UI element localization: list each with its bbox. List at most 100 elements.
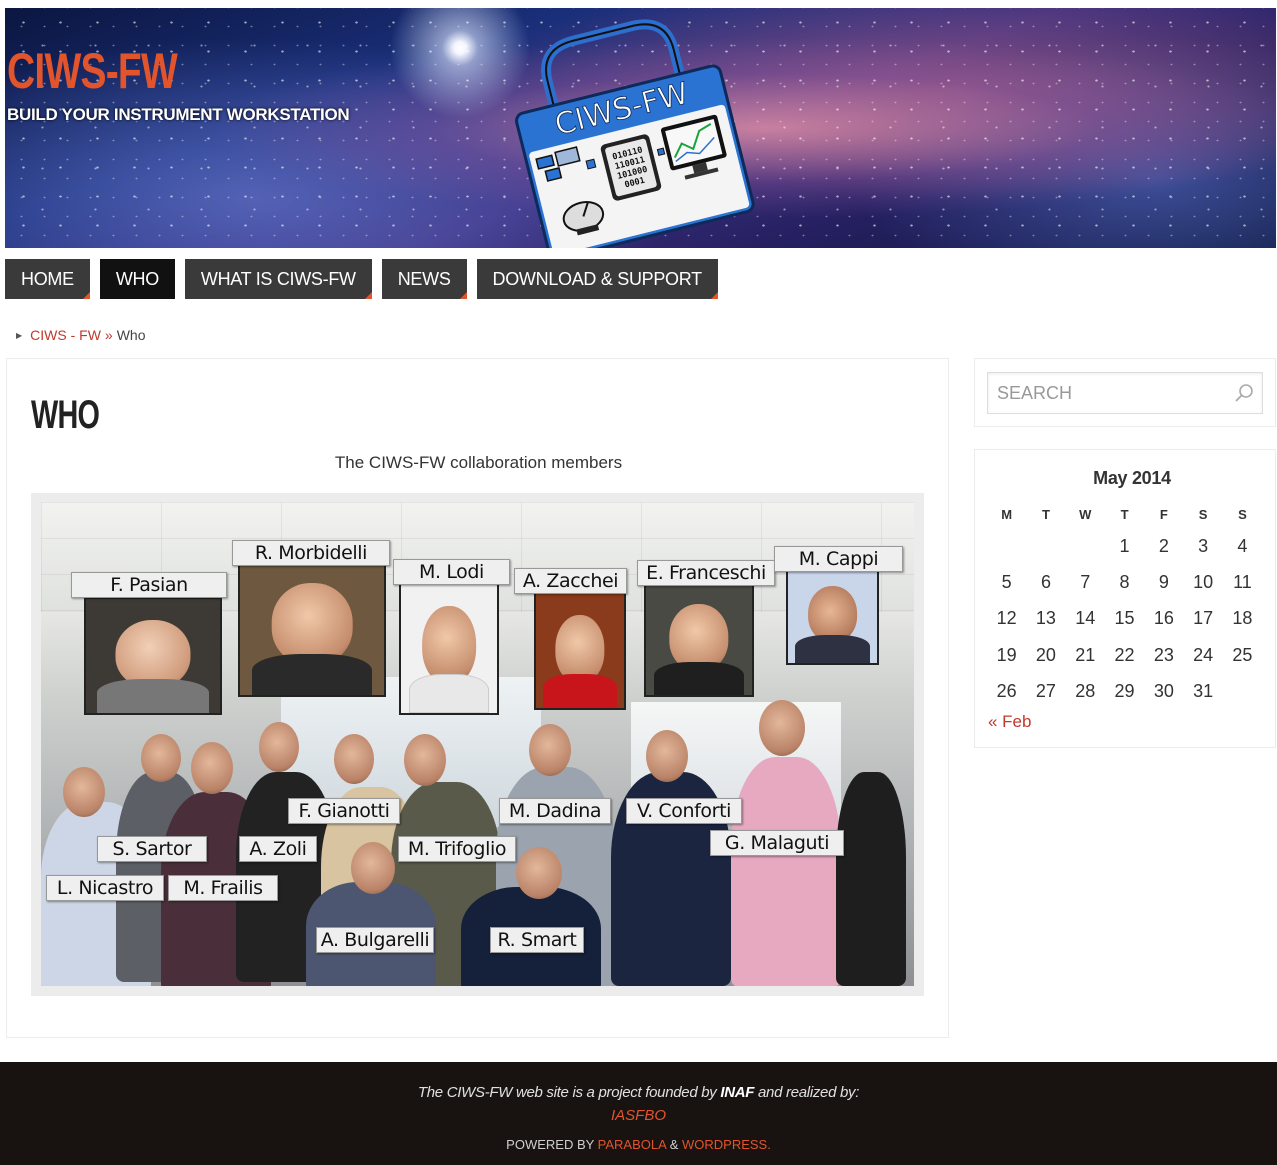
calendar-day: 2 [1158, 535, 1169, 556]
name-tag: R. Morbidelli [232, 540, 390, 566]
person-head [759, 700, 805, 756]
photo-caption: The CIWS-FW collaboration members [334, 453, 623, 472]
breadcrumb-home-link[interactable]: CIWS - FW [30, 327, 101, 343]
name-tag: E. Franceschi [637, 560, 775, 586]
name-tag: M. Dadina [499, 798, 611, 824]
name-tag: F. Pasian [71, 572, 227, 598]
calendar-day: 11 [1233, 571, 1252, 592]
photo-frame: F. Pasian R. Morbidelli M. Lodi A. Zacch… [31, 493, 924, 996]
person-head [63, 767, 105, 817]
calendar-day [1066, 528, 1105, 564]
breadcrumb-separator: » [104, 327, 113, 343]
footer-wordpress-link[interactable]: WORDPRESS. [682, 1137, 771, 1152]
name-tag: A. Bulgarelli [316, 927, 434, 953]
calendar-day: 20 [1035, 644, 1056, 665]
coat-on-rack [836, 772, 906, 986]
portrait-pasian [84, 597, 222, 715]
calendar-widget: May 2014 M T W T F S S 1 2 3 4 5 6 7 8 9… [974, 449, 1276, 748]
site-footer: The CIWS-FW web site is a project founde… [0, 1062, 1277, 1165]
calendar-day: 9 [1158, 571, 1169, 592]
name-tag: V. Conforti [626, 798, 742, 824]
search-input[interactable] [988, 373, 1228, 413]
person-head [191, 742, 233, 794]
calendar-day: 22 [1114, 644, 1135, 665]
calendar-day: 15 [1114, 608, 1135, 629]
calendar-day: 18 [1232, 608, 1253, 629]
calendar-day: 30 [1153, 680, 1174, 701]
portrait-cappi [786, 567, 879, 665]
calendar-day: 23 [1153, 644, 1174, 665]
calendar-day [1026, 528, 1065, 564]
nav-item-home[interactable]: HOME [5, 259, 90, 299]
name-tag: A. Zacchei [514, 568, 627, 594]
portrait-lodi [399, 580, 499, 715]
calendar-caption: May 2014 [1093, 468, 1171, 488]
calendar-day: 17 [1193, 608, 1214, 629]
content-area: WHO The CIWS-FW collaboration members F.… [6, 358, 949, 1038]
person-head [334, 734, 374, 784]
person-head [529, 724, 571, 776]
name-tag: M. Cappi [774, 546, 903, 572]
calendar-day: 8 [1119, 571, 1130, 592]
person-head [259, 722, 299, 772]
name-tag: L. Nicastro [46, 875, 164, 901]
footer-credits-post: and realized by: [754, 1084, 860, 1101]
calendar-day: 13 [1035, 608, 1056, 629]
ciws-fw-logo[interactable]: CIWS-FW 010110 110011 101000 0001 [505, 18, 755, 248]
weekday-header: S [1198, 506, 1208, 522]
calendar-prev-month-link[interactable]: « Feb [988, 712, 1031, 732]
calendar-day: 26 [996, 680, 1017, 701]
name-tag: M. Frailis [168, 875, 278, 901]
calendar-weekday-row: M T W T F S S [987, 500, 1262, 528]
person-head [516, 847, 562, 899]
footer-realizer-link[interactable]: IASFBO [0, 1107, 1277, 1124]
name-tag: A. Zoli [239, 836, 317, 862]
calendar-day: 16 [1153, 608, 1174, 629]
header-banner: CIWS-FW BUILD YOUR INSTRUMENT WORKSTATIO… [5, 8, 1276, 248]
name-tag: F. Gianotti [288, 798, 400, 824]
weekday-header: T [1120, 506, 1129, 522]
breadcrumb: ▶ CIWS - FW » Who [16, 327, 146, 343]
calendar-day: 4 [1237, 535, 1248, 556]
calendar-week-row: 19 20 21 22 23 24 25 [987, 637, 1262, 673]
search-box [987, 372, 1263, 414]
footer-org: INAF [720, 1084, 755, 1101]
calendar-day: 14 [1075, 608, 1096, 629]
person-head [141, 734, 181, 782]
calendar-day: 10 [1193, 571, 1214, 592]
search-widget [974, 358, 1276, 427]
person-head [351, 842, 395, 894]
nav-item-download-support[interactable]: DOWNLOAD & SUPPORT [476, 259, 719, 299]
name-tag: S. Sartor [97, 836, 207, 862]
person-head [646, 730, 688, 782]
footer-amp: & [666, 1137, 682, 1152]
person-head [404, 734, 446, 786]
calendar-day: 5 [1001, 571, 1012, 592]
calendar-day: 3 [1198, 535, 1209, 556]
footer-credits: The CIWS-FW web site is a project founde… [0, 1084, 1277, 1101]
calendar-day: 21 [1075, 644, 1096, 665]
page-title: WHO [31, 393, 100, 437]
footer-theme-link[interactable]: PARABOLA [598, 1137, 666, 1152]
calendar-day: 6 [1040, 571, 1051, 592]
team-group-photo[interactable]: F. Pasian R. Morbidelli M. Lodi A. Zacch… [41, 502, 914, 986]
weekday-header: F [1159, 506, 1168, 522]
nav-item-what-is-ciws-fw[interactable]: WHAT IS CIWS-FW [184, 259, 372, 299]
weekday-header: S [1238, 506, 1247, 522]
calendar-day: 12 [996, 608, 1017, 629]
footer-powered-label: POWERED BY [506, 1137, 598, 1152]
nav-item-news[interactable]: NEWS [381, 259, 467, 299]
calendar-day: 24 [1193, 644, 1214, 665]
calendar-day: 7 [1080, 571, 1091, 592]
weekday-header: T [1041, 506, 1050, 522]
calendar-day [1223, 673, 1262, 709]
name-tag: G. Malaguti [710, 830, 844, 856]
calendar-day: 1 [1119, 535, 1130, 556]
nav-item-who[interactable]: WHO [99, 259, 175, 299]
search-icon[interactable] [1234, 383, 1254, 403]
calendar-week-row: 26 27 28 29 30 31 [987, 673, 1262, 709]
main-navigation: HOME WHO WHAT IS CIWS-FW NEWS DOWNLOAD &… [5, 259, 719, 299]
footer-powered-by: POWERED BY PARABOLA & WORDPRESS. [0, 1137, 1277, 1152]
calendar-day [987, 528, 1026, 564]
site-title[interactable]: CIWS-FW [7, 46, 178, 96]
